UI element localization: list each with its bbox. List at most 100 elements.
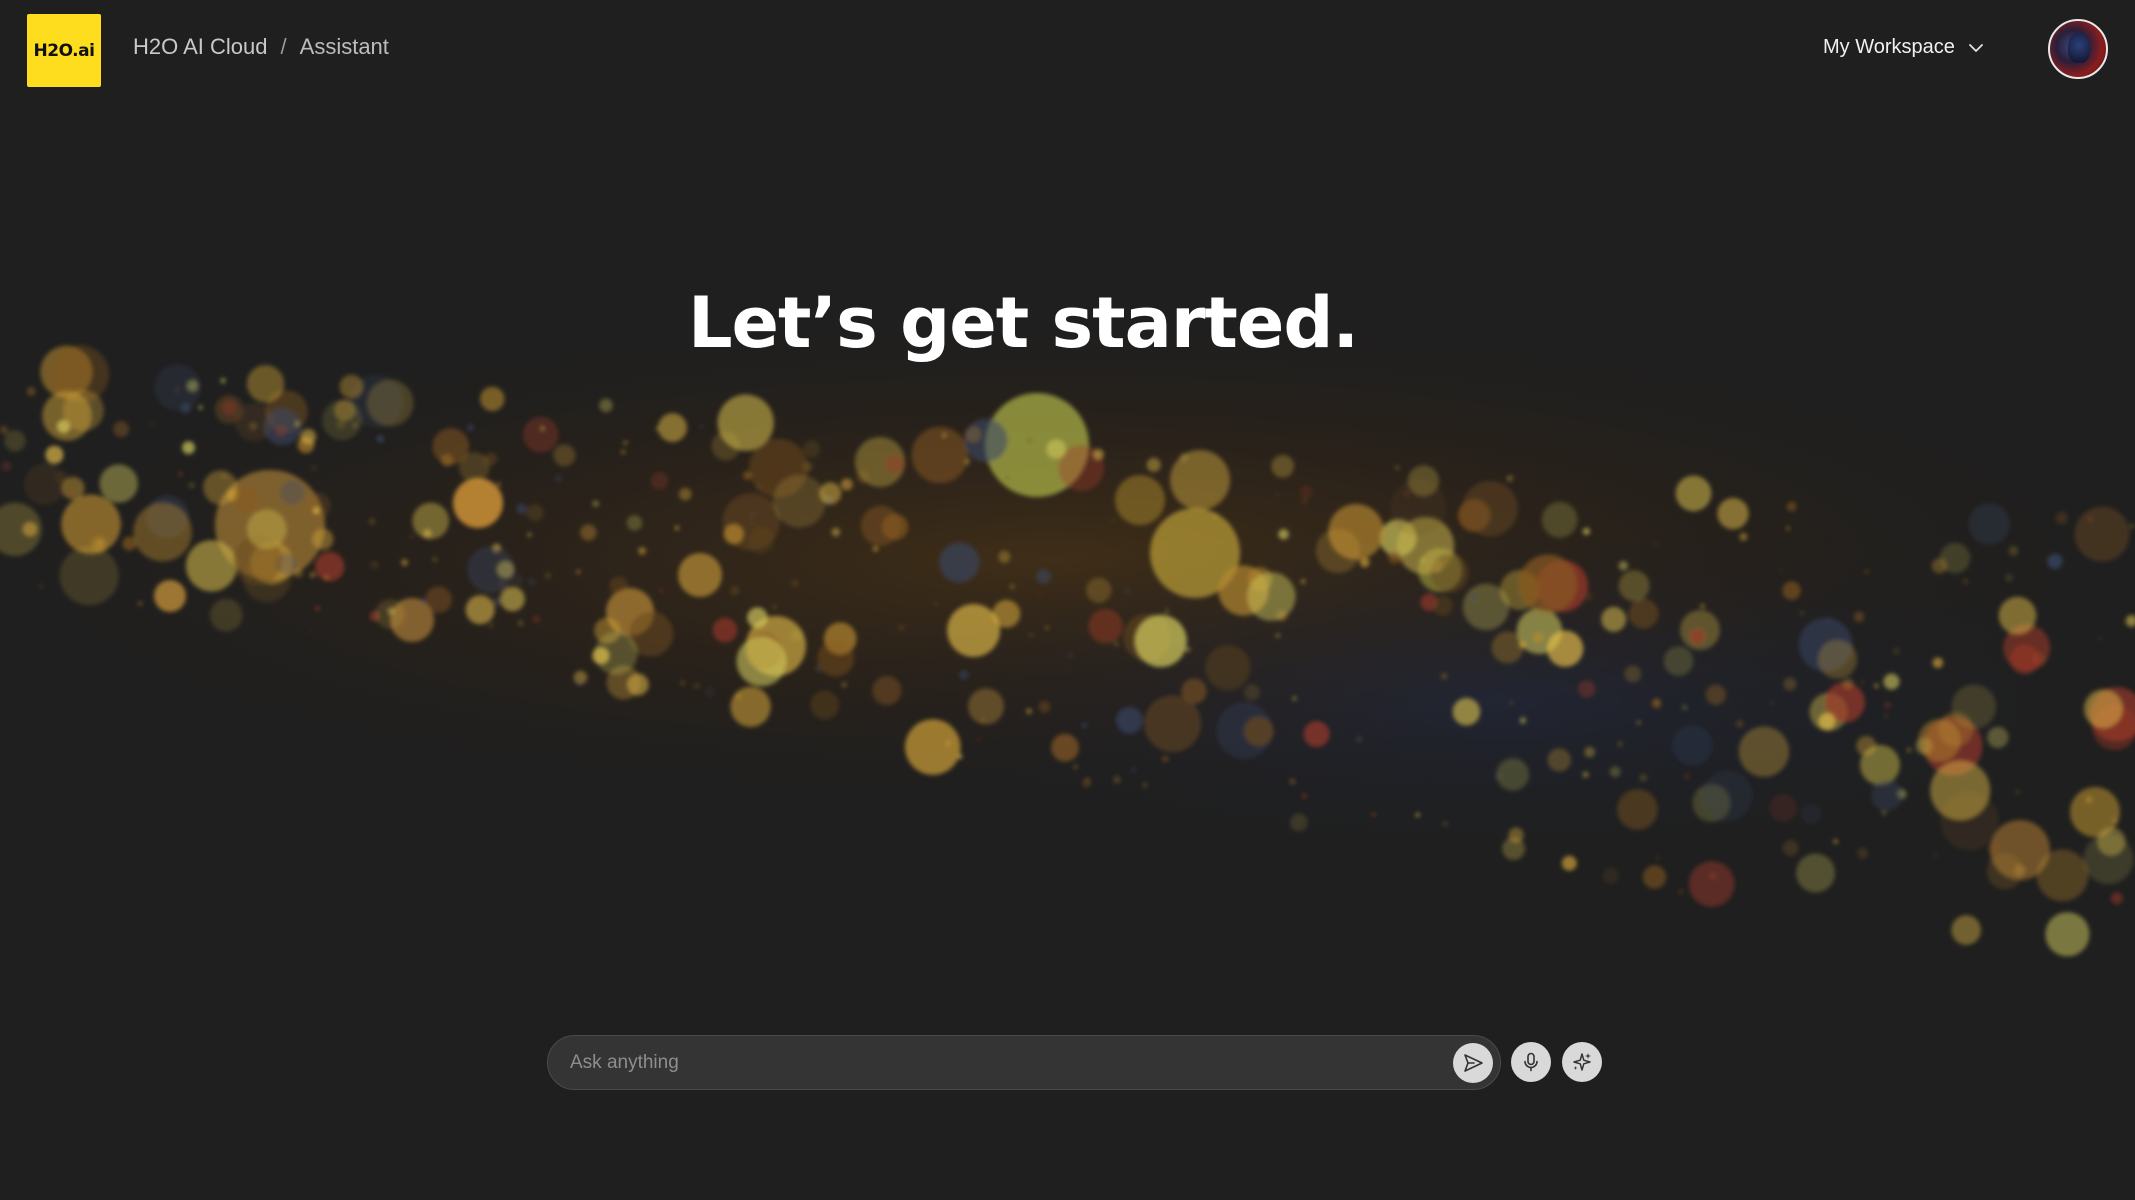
bokeh-light: [1778, 567, 1784, 573]
bokeh-light: [1882, 810, 1886, 815]
bokeh-light: [1938, 711, 1974, 747]
bokeh-light: [1115, 475, 1165, 525]
bokeh-light: [2047, 553, 2063, 569]
bokeh-light: [1860, 680, 1865, 684]
bokeh-light: [1469, 592, 1478, 602]
bokeh-light: [748, 527, 775, 554]
bokeh-light: [375, 599, 405, 629]
bokeh-light: [1700, 603, 1705, 609]
bokeh-light: [1005, 475, 1009, 480]
bokeh-light: [1968, 503, 2010, 545]
bokeh-light: [246, 365, 285, 403]
bokeh-light: [790, 629, 804, 642]
bokeh-light: [1584, 746, 1595, 758]
bokeh-light: [1672, 725, 1713, 766]
bokeh-light: [1785, 526, 1790, 531]
bokeh-light: [1519, 717, 1527, 724]
bokeh-light: [1388, 550, 1401, 564]
chevron-down-icon: [1968, 43, 1983, 52]
bokeh-light: [304, 492, 331, 519]
bokeh-light: [1628, 598, 1659, 629]
voice-input-button[interactable]: [1511, 1042, 1551, 1082]
bokeh-light: [1429, 559, 1443, 573]
bokeh-light: [2110, 892, 2123, 905]
bokeh-light: [2015, 790, 2020, 795]
bokeh-light: [1247, 572, 1296, 621]
bokeh-light: [1675, 475, 1712, 512]
bokeh-light: [1134, 614, 1187, 668]
bokeh-light: [2098, 636, 2103, 641]
bokeh-light: [1086, 577, 1112, 603]
breadcrumb: H2O AI Cloud / Assistant: [133, 34, 389, 60]
bokeh-light: [1561, 855, 1577, 871]
bokeh-light: [133, 502, 192, 562]
bokeh-light: [959, 670, 969, 680]
bokeh-light: [189, 482, 195, 488]
bokeh-light: [1462, 583, 1510, 631]
bokeh-light: [1609, 766, 1621, 778]
bokeh-light: [528, 578, 535, 585]
send-icon: [1464, 1053, 1483, 1072]
bokeh-light: [1036, 569, 1051, 584]
bokeh-light: [1395, 465, 1400, 470]
workspace-selector[interactable]: My Workspace: [1823, 36, 1985, 59]
bokeh-light: [198, 405, 203, 410]
bokeh-light: [856, 470, 870, 484]
h2o-logo[interactable]: H2O.ai: [27, 14, 101, 87]
bokeh-light: [1988, 842, 2000, 855]
bokeh-light: [1653, 541, 1659, 547]
bokeh-light: [274, 425, 287, 438]
breadcrumb-assistant[interactable]: Assistant: [300, 34, 389, 60]
bokeh-light: [2085, 796, 2093, 803]
bokeh-light: [817, 640, 854, 677]
bokeh-light: [1289, 778, 1296, 785]
bokeh-light: [516, 503, 527, 514]
send-button[interactable]: [1453, 1042, 1493, 1083]
magic-prompt-button[interactable]: [1562, 1042, 1602, 1082]
bokeh-light: [939, 542, 980, 583]
bokeh-light: [2010, 644, 2040, 674]
bokeh-light: [522, 416, 559, 453]
bokeh-light: [1275, 633, 1281, 638]
bokeh-light: [466, 424, 474, 432]
bokeh-light: [1131, 768, 1136, 772]
bokeh-light: [1701, 770, 1753, 821]
bokeh-light: [518, 621, 523, 626]
bokeh-light: [1962, 578, 1969, 584]
bokeh-light: [1092, 448, 1104, 460]
bokeh-light: [1884, 701, 1891, 709]
bokeh-light: [674, 525, 680, 530]
bokeh-light: [1116, 707, 1143, 734]
bokeh-light: [1800, 611, 1805, 615]
bokeh-light: [2084, 689, 2123, 729]
bokeh-light: [1541, 501, 1578, 538]
bokeh-light: [1301, 793, 1307, 799]
bokeh-light: [1624, 665, 1642, 683]
bokeh-light: [967, 688, 1005, 725]
breadcrumb-h2o-ai-cloud[interactable]: H2O AI Cloud: [133, 34, 268, 60]
bokeh-light: [1853, 611, 1865, 623]
bokeh-light: [376, 435, 385, 443]
bokeh-light: [638, 547, 646, 555]
bokeh-light: [730, 585, 740, 596]
bokeh-light: [1817, 639, 1858, 679]
bokeh-light: [1038, 700, 1051, 713]
bokeh-light: [1452, 697, 1481, 726]
ask-input[interactable]: [548, 1035, 1453, 1090]
bokeh-light: [1871, 779, 1903, 811]
bokeh-light: [576, 569, 581, 574]
bokeh-light: [1770, 700, 1775, 705]
bokeh-light: [609, 576, 629, 596]
bokeh-light: [24, 463, 66, 505]
bokeh-light: [1783, 677, 1797, 691]
bokeh-light: [412, 502, 450, 540]
bokeh-light: [1602, 867, 1620, 884]
avatar[interactable]: [2048, 19, 2108, 79]
workspace-label: My Workspace: [1823, 36, 1955, 58]
bokeh-light: [1114, 641, 1119, 647]
bokeh-light: [62, 389, 104, 432]
bokeh-light: [831, 527, 841, 537]
bokeh-light: [99, 464, 138, 503]
bokeh-light: [1164, 608, 1170, 614]
bokeh-light: [1179, 452, 1189, 462]
